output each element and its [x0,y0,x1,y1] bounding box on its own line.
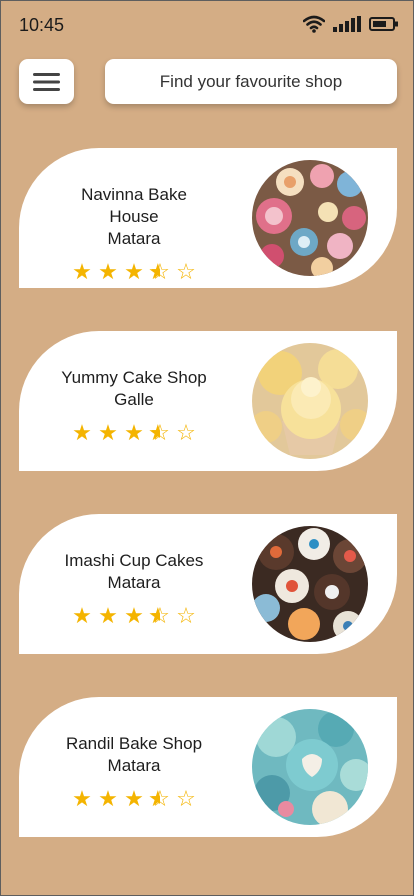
star-full-icon: ★ [72,259,92,284]
shop-town: Matara [107,573,161,592]
shop-name: Yummy Cake Shop [61,368,207,387]
star-full-icon: ★ [72,603,92,628]
shop-town: Galle [114,390,154,409]
star-full-icon: ★ [98,259,118,284]
app-screen: 10:45 Find your favourite shop Navinna B… [0,0,414,896]
wifi-icon [303,15,325,33]
star-full-icon: ★ [72,786,92,811]
shop-card[interactable]: Navinna Bake House Matara ★ ★ ★ ☆★ ☆ [19,148,397,288]
shop-info: Yummy Cake Shop Galle ★ ★ ★ ☆★ ☆ [59,367,209,445]
star-full-icon: ★ [98,786,118,811]
status-icons [303,15,399,33]
shop-card[interactable]: Imashi Cup Cakes Matara ★ ★ ★ ☆★ ☆ [19,514,397,654]
shop-card[interactable]: Yummy Cake Shop Galle ★ ★ ★ ☆★ ☆ [19,331,397,471]
star-full-icon: ★ [98,603,118,628]
star-empty-icon: ☆ [176,420,196,445]
menu-button[interactable] [19,59,74,104]
search-field[interactable]: Find your favourite shop [105,59,397,104]
shop-info: Randil Bake Shop Matara ★ ★ ★ ☆★ ☆ [59,733,209,811]
shop-card[interactable]: Randil Bake Shop Matara ★ ★ ★ ☆★ ☆ [19,697,397,837]
shop-info: Navinna Bake House Matara ★ ★ ★ ☆★ ☆ [59,184,209,284]
shop-photo [252,160,368,276]
search-field-text: Find your favourite shop [159,71,343,91]
star-rating: ★ ★ ★ ☆★ ☆ [59,421,209,445]
shop-info: Imashi Cup Cakes Matara ★ ★ ★ ☆★ ☆ [59,550,209,628]
star-half-icon: ☆★ [148,420,170,445]
star-rating: ★ ★ ★ ☆★ ☆ [59,260,209,284]
battery-icon [369,17,398,31]
status-time: 10:45 [19,15,65,35]
shop-name: Navinna Bake House [81,185,187,226]
star-half-icon: ☆★ [148,786,170,811]
shop-town: Matara [107,229,161,248]
star-empty-icon: ☆ [176,259,196,284]
star-half-icon: ☆★ [148,603,170,628]
star-full-icon: ★ [124,786,144,811]
star-rating: ★ ★ ★ ☆★ ☆ [59,787,209,811]
shop-photo [252,709,368,825]
star-empty-icon: ☆ [176,786,196,811]
shop-photo [252,526,368,642]
shop-name: Imashi Cup Cakes [64,551,204,570]
star-full-icon: ★ [124,259,144,284]
shop-name: Randil Bake Shop [65,734,203,753]
star-half-icon: ☆★ [148,259,170,284]
star-full-icon: ★ [98,420,118,445]
star-rating: ★ ★ ★ ☆★ ☆ [59,604,209,628]
shop-photo [252,343,368,459]
hamburger-menu-icon [32,72,60,91]
star-full-icon: ★ [72,420,92,445]
shop-town: Matara [107,756,161,775]
star-full-icon: ★ [124,603,144,628]
signal-icon [333,16,361,32]
star-empty-icon: ☆ [176,603,196,628]
star-full-icon: ★ [124,420,144,445]
